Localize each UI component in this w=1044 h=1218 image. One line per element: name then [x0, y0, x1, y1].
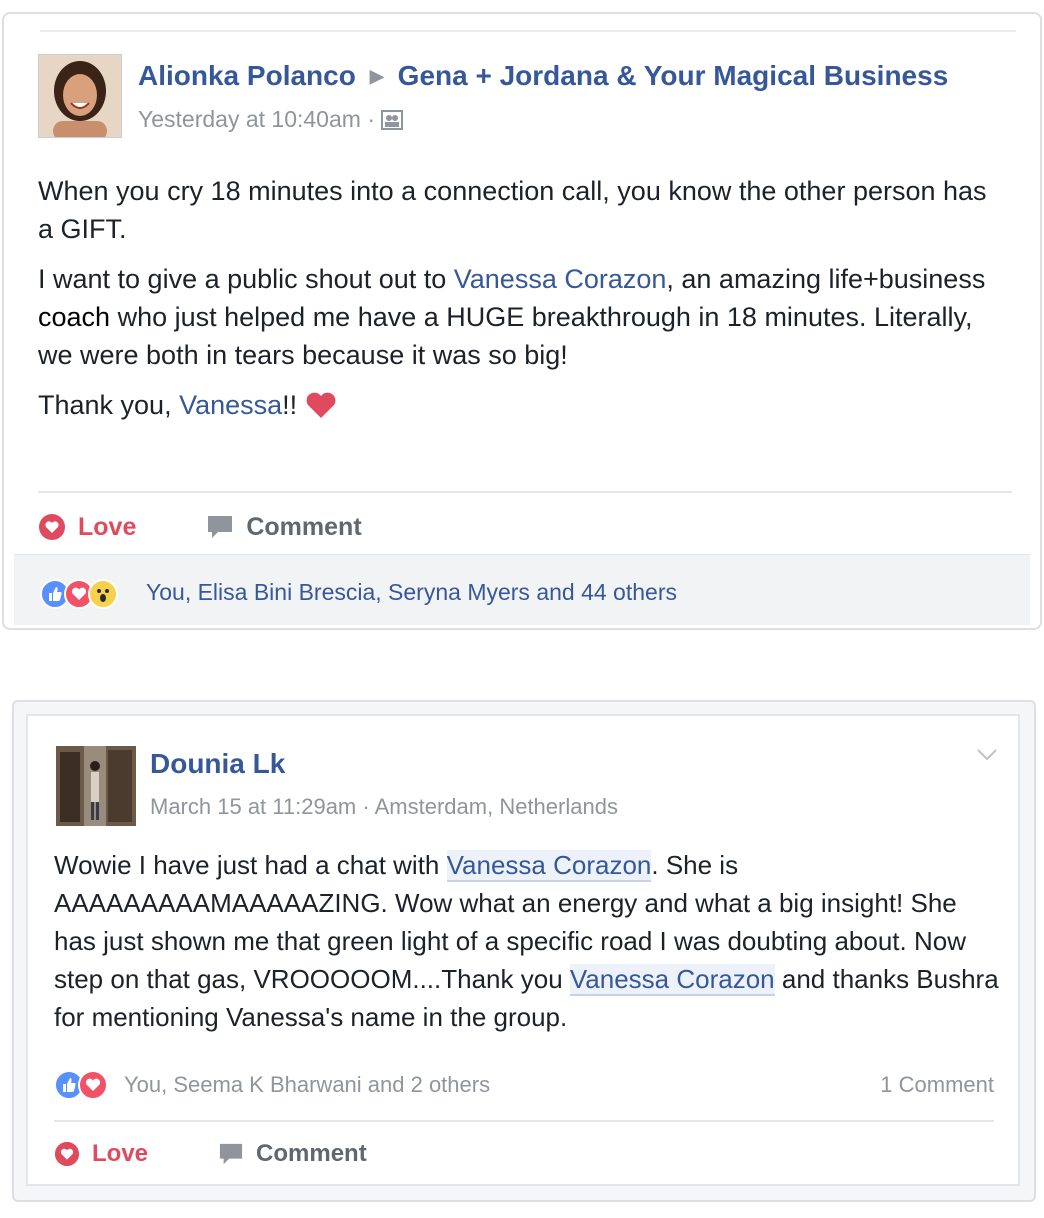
author-name[interactable]: Dounia Lk — [150, 748, 285, 780]
love-outline-icon — [38, 513, 66, 541]
comment-button[interactable]: Comment — [218, 1140, 367, 1168]
chevron-down-icon[interactable] — [976, 748, 998, 767]
post-paragraph: When you cry 18 minutes into a connectio… — [38, 176, 987, 244]
reactions-bar: You, Elisa Bini Brescia, Seryna Myers an… — [14, 554, 1030, 625]
reaction-icons[interactable] — [40, 579, 118, 609]
mention-link[interactable]: Vanessa Corazon — [454, 264, 667, 294]
post-card-dounia: Dounia Lk March 15 at 11:29am · Amsterda… — [12, 700, 1036, 1202]
love-label: Love — [92, 1140, 149, 1167]
timestamp[interactable]: March 15 at 11:29am — [150, 794, 356, 819]
comment-label: Comment — [246, 512, 362, 541]
post-actions: Love Comment — [38, 507, 432, 547]
keyword-text: coach — [38, 302, 111, 332]
divider — [38, 491, 1012, 493]
love-button[interactable]: Love — [54, 1140, 148, 1168]
love-reaction-icon — [78, 1070, 108, 1100]
comment-label: Comment — [256, 1140, 367, 1167]
comment-count-link[interactable]: 1 Comment — [880, 1072, 994, 1098]
comment-icon — [206, 514, 234, 540]
comment-button[interactable]: Comment — [206, 512, 362, 542]
reaction-names-link[interactable]: You, Seema K Bharwani and 2 others — [124, 1072, 490, 1098]
post-body: When you cry 18 minutes into a connectio… — [38, 172, 998, 441]
mention-link[interactable]: Vanessa Corazon — [446, 850, 652, 882]
post-card-alionka: Alionka Polanco ▶ Gena + Jordana & Your Ma… — [2, 12, 1042, 630]
post-actions: Love Comment — [54, 1134, 437, 1174]
group-audience-icon[interactable] — [381, 109, 404, 136]
reaction-names-link[interactable]: You, Elisa Bini Brescia, Seryna Myers an… — [146, 579, 677, 606]
group-name[interactable]: Gena + Jordana & Your Magical Business — [398, 60, 949, 91]
reactions-summary: You, Seema K Bharwani and 2 others 1 Com… — [54, 1068, 994, 1102]
mention-link[interactable]: Vanessa Corazon — [569, 964, 775, 996]
text: , an amazing life+business — [666, 264, 986, 294]
triangle-right-icon: ▶ — [369, 66, 384, 86]
post-meta: March 15 at 11:29am · Amsterdam, Netherl… — [150, 794, 618, 820]
comment-icon — [218, 1142, 244, 1166]
heart-emoji-icon — [305, 391, 337, 429]
love-label: Love — [78, 512, 137, 541]
timestamp[interactable]: Yesterday at 10:40am — [138, 106, 361, 132]
author-name[interactable]: Alionka Polanco — [138, 60, 356, 91]
avatar[interactable] — [56, 746, 136, 826]
text: who just helped me have a HUGE breakthro… — [38, 302, 973, 370]
divider — [40, 30, 1016, 32]
post-header: Alionka Polanco ▶ Gena + Jordana & Your Ma… — [138, 60, 948, 92]
post-paragraph: Thank you, Vanessa!! — [38, 386, 998, 429]
post-paragraph: I want to give a public shout out to Van… — [38, 260, 998, 374]
love-outline-icon — [54, 1141, 80, 1167]
meta-separator: · — [367, 106, 375, 132]
divider — [54, 1120, 994, 1122]
reaction-icons[interactable] — [54, 1070, 108, 1100]
love-button[interactable]: Love — [38, 513, 136, 542]
location-link[interactable]: Amsterdam, Netherlands — [375, 794, 618, 819]
text: Wowie I have just had a chat with — [54, 850, 447, 880]
meta-separator: · — [362, 794, 370, 819]
mention-link[interactable]: Vanessa — [179, 390, 282, 420]
post-body: Wowie I have just had a chat with Vaness… — [54, 846, 1004, 1036]
post-meta: Yesterday at 10:40am · — [138, 106, 404, 136]
text: Thank you, — [38, 390, 180, 420]
text: !! — [282, 390, 305, 420]
wow-reaction-icon — [88, 579, 118, 609]
text: I want to give a public shout out to — [38, 264, 454, 294]
avatar[interactable] — [38, 54, 122, 138]
post-inner-card: Dounia Lk March 15 at 11:29am · Amsterda… — [26, 714, 1020, 1186]
